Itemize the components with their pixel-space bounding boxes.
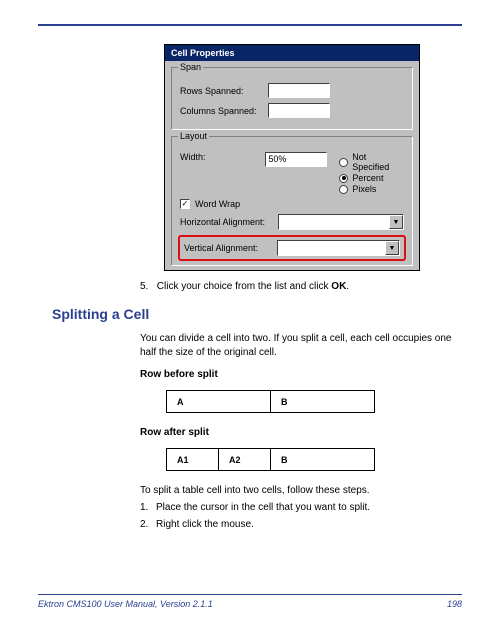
radio-label: Percent bbox=[352, 173, 383, 183]
step-text-end: . bbox=[346, 281, 349, 292]
layout-legend: Layout bbox=[178, 131, 209, 141]
footer-left: Ektron CMS100 User Manual, Version 2.1.1 bbox=[38, 599, 213, 609]
wordwrap-label: Word Wrap bbox=[195, 199, 240, 209]
valign-dropdown[interactable]: ▼ bbox=[277, 240, 400, 256]
wordwrap-checkbox[interactable]: ✓ bbox=[180, 199, 190, 209]
steps-block: To split a table cell into two cells, fo… bbox=[140, 485, 462, 530]
table-row: A1 A2 B bbox=[167, 449, 375, 471]
steps-intro: To split a table cell into two cells, fo… bbox=[140, 485, 462, 496]
radio-label: Not Specified bbox=[352, 152, 404, 172]
rows-spanned-label: Rows Spanned: bbox=[180, 86, 268, 96]
layout-group: Layout Width: 50% Not Specified Percent bbox=[171, 136, 413, 266]
cell-a1: A1 bbox=[167, 449, 219, 471]
radio-not-specified[interactable]: Not Specified bbox=[339, 152, 404, 172]
cols-spanned-label: Columns Spanned: bbox=[180, 106, 268, 116]
step-text: Right click the mouse. bbox=[156, 519, 254, 530]
valign-highlight: Vertical Alignment: ▼ bbox=[178, 235, 406, 261]
step-2: 2. Right click the mouse. bbox=[140, 519, 462, 530]
table-before-split: A B bbox=[166, 390, 375, 413]
radio-icon bbox=[339, 185, 348, 194]
step-text: Click your choice from the list and clic… bbox=[157, 281, 332, 292]
page-footer: Ektron CMS100 User Manual, Version 2.1.1… bbox=[38, 594, 462, 609]
cell-b: B bbox=[271, 449, 375, 471]
cell-a2: A2 bbox=[219, 449, 271, 471]
footer-page-number: 198 bbox=[447, 599, 462, 609]
rows-spanned-input[interactable] bbox=[268, 83, 330, 98]
cols-spanned-input[interactable] bbox=[268, 103, 330, 118]
cell-a: A bbox=[167, 391, 271, 413]
before-split-label: Row before split bbox=[140, 369, 462, 380]
radio-icon bbox=[339, 174, 348, 183]
cell-b: B bbox=[271, 391, 375, 413]
step-number: 1. bbox=[140, 502, 156, 513]
span-legend: Span bbox=[178, 62, 203, 72]
halign-label: Horizontal Alignment: bbox=[180, 217, 278, 227]
step-5: 5. Click your choice from the list and c… bbox=[140, 281, 462, 292]
width-input[interactable]: 50% bbox=[265, 152, 327, 167]
dialog-screenshot: Cell Properties Span Rows Spanned: Colum… bbox=[164, 44, 462, 271]
after-split-label: Row after split bbox=[140, 427, 462, 438]
step-number: 5. bbox=[140, 281, 154, 292]
section-heading: Splitting a Cell bbox=[52, 306, 462, 322]
top-rule bbox=[38, 24, 462, 26]
step-number: 2. bbox=[140, 519, 156, 530]
step-text: Place the cursor in the cell that you wa… bbox=[156, 502, 370, 513]
radio-pixels[interactable]: Pixels bbox=[339, 184, 404, 194]
chevron-down-icon: ▼ bbox=[385, 241, 399, 255]
radio-percent[interactable]: Percent bbox=[339, 173, 404, 183]
table-row: A B bbox=[167, 391, 375, 413]
valign-label: Vertical Alignment: bbox=[184, 243, 277, 253]
table-after-split: A1 A2 B bbox=[166, 448, 375, 471]
width-label: Width: bbox=[180, 152, 265, 162]
halign-dropdown[interactable]: ▼ bbox=[278, 214, 404, 230]
radio-label: Pixels bbox=[352, 184, 376, 194]
radio-icon bbox=[339, 158, 348, 167]
dialog-titlebar: Cell Properties bbox=[165, 45, 419, 61]
step-1: 1. Place the cursor in the cell that you… bbox=[140, 502, 462, 513]
span-group: Span Rows Spanned: Columns Spanned: bbox=[171, 67, 413, 130]
chevron-down-icon: ▼ bbox=[389, 215, 403, 229]
ok-bold: OK bbox=[331, 281, 346, 292]
paragraph: You can divide a cell into two. If you s… bbox=[140, 332, 452, 359]
